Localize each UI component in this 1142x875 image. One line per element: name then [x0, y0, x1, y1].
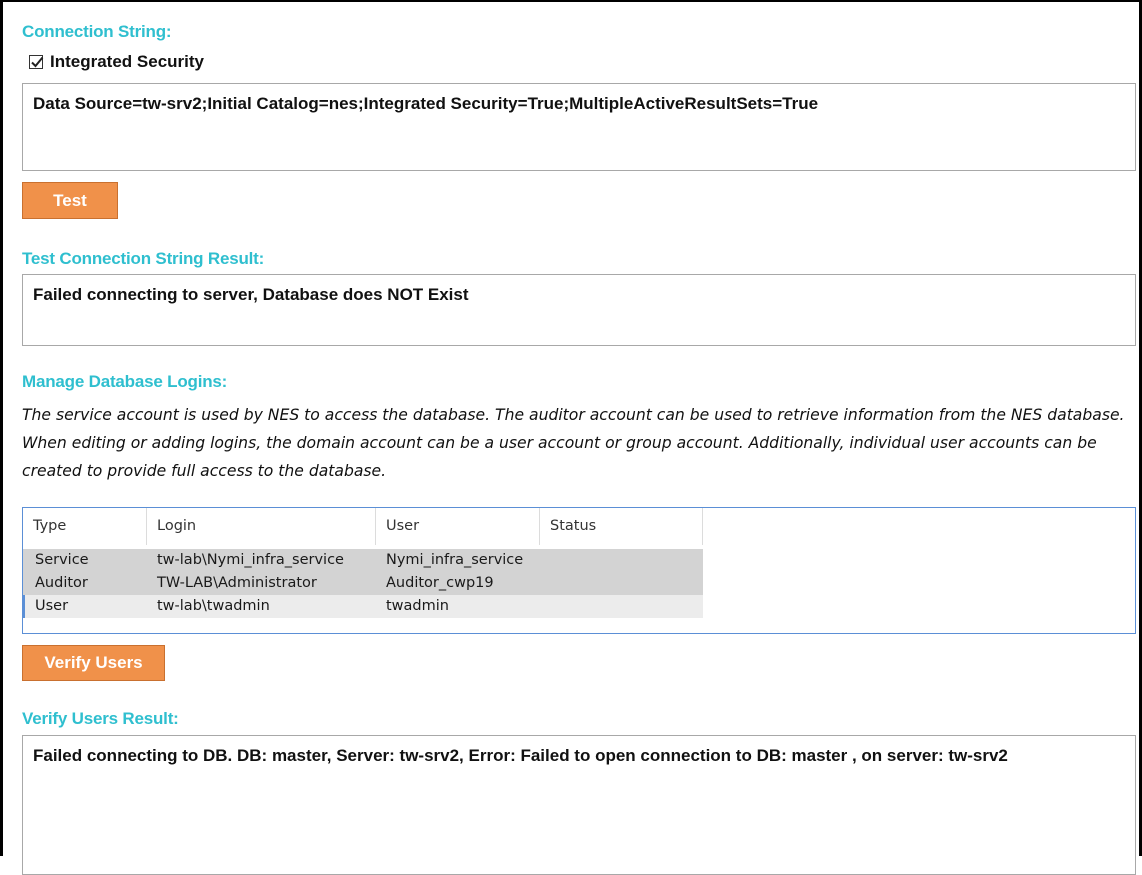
- test-result-field[interactable]: Failed connecting to server, Database do…: [22, 274, 1136, 346]
- connection-string-label: Connection String:: [22, 22, 172, 41]
- column-header-type[interactable]: Type: [23, 508, 147, 545]
- integrated-security-checkbox[interactable]: [29, 55, 44, 69]
- settings-panel: Connection String: Integrated Security D…: [0, 0, 1142, 875]
- cell-user: Auditor_cwp19: [386, 575, 494, 591]
- table-row[interactable]: Auditor TW-LAB\Administrator Auditor_cwp…: [23, 572, 703, 595]
- cell-login: tw-lab\Nymi_infra_service: [157, 552, 344, 568]
- integrated-security-label: Integrated Security: [50, 52, 204, 71]
- manage-logins-label: Manage Database Logins:: [22, 372, 228, 391]
- logins-description: The service account is used by NES to ac…: [22, 406, 1125, 480]
- verify-result-field[interactable]: Failed connecting to DB. DB: master, Ser…: [22, 735, 1136, 875]
- cell-login: tw-lab\twadmin: [157, 598, 270, 614]
- logins-grid[interactable]: Type Login User Status Service tw-lab\Ny…: [22, 507, 1136, 634]
- cell-type: Auditor: [35, 575, 88, 591]
- cell-login: TW-LAB\Administrator: [157, 575, 317, 591]
- integrated-security-row[interactable]: Integrated Security: [29, 52, 204, 72]
- column-header-user[interactable]: User: [376, 508, 540, 545]
- test-button[interactable]: Test: [22, 182, 118, 219]
- cell-type: Service: [35, 552, 89, 568]
- table-row[interactable]: Service tw-lab\Nymi_infra_service Nymi_i…: [23, 549, 703, 572]
- cell-status: [538, 549, 550, 572]
- cell-type: User: [35, 598, 69, 614]
- cell-user: Nymi_infra_service: [386, 552, 524, 568]
- verify-result-label: Verify Users Result:: [22, 709, 179, 728]
- checkmark-icon: [31, 56, 44, 68]
- cell-status: [538, 595, 550, 618]
- grid-header: Type Login User Status: [23, 508, 1135, 545]
- test-result-label: Test Connection String Result:: [22, 249, 265, 268]
- connection-string-field[interactable]: Data Source=tw-srv2;Initial Catalog=nes;…: [22, 83, 1136, 171]
- column-header-status[interactable]: Status: [540, 508, 703, 545]
- table-row[interactable]: User tw-lab\twadmin twadmin: [23, 595, 703, 618]
- verify-users-button[interactable]: Verify Users: [22, 645, 165, 681]
- column-header-login[interactable]: Login: [147, 508, 376, 545]
- cell-user: twadmin: [386, 598, 449, 614]
- cell-status: [538, 572, 550, 595]
